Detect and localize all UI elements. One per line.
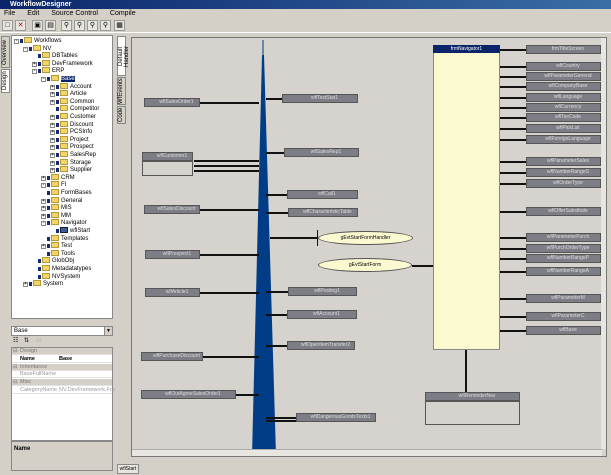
connector <box>270 237 318 239</box>
connector <box>200 292 259 294</box>
connector <box>317 230 318 246</box>
connector <box>500 172 526 174</box>
workflow-node[interactable]: frmTitleScreen <box>526 45 601 54</box>
connector <box>500 97 526 99</box>
connector <box>500 271 526 273</box>
connector <box>500 330 526 332</box>
workflow-node[interactable]: wflLanguage <box>526 93 601 102</box>
connector <box>266 291 288 293</box>
connector <box>236 394 259 396</box>
connector <box>500 117 526 119</box>
workflow-node[interactable]: wflTaxCode <box>526 113 601 122</box>
connector <box>412 265 433 267</box>
connector <box>194 160 259 162</box>
workflow-node[interactable]: wflPurchaseDiscount <box>141 352 203 361</box>
connector <box>266 212 288 214</box>
connector <box>266 194 287 196</box>
node-body <box>142 161 193 176</box>
navigator-node[interactable] <box>433 45 500 350</box>
workflow-node[interactable]: wflSalesRep1 <box>284 148 359 157</box>
workflow-node[interactable]: wflParameterC <box>526 312 601 321</box>
workflow-node[interactable]: wflCountry <box>526 62 601 71</box>
workflow-node[interactable]: wflCustomer1 <box>142 152 193 161</box>
connector <box>194 170 259 172</box>
workflow-node[interactable]: wflBase <box>526 326 601 335</box>
workflow-node[interactable]: wflCompanyBase <box>526 82 601 91</box>
connector <box>500 139 526 141</box>
workflow-node[interactable]: wflOfferSubstitute <box>526 207 601 216</box>
workflow-node[interactable]: wflCharacteristicTable <box>288 208 358 217</box>
connector <box>203 356 259 358</box>
connector <box>500 316 526 318</box>
workflow-node[interactable]: wflOutAgreeSalesOrder1 <box>141 390 236 399</box>
workflow-node[interactable]: wflPickList <box>526 124 601 133</box>
tab-wflstart[interactable]: wflStart <box>117 464 139 474</box>
workflow-node[interactable]: wflCurrency <box>526 103 601 112</box>
connector <box>500 211 526 213</box>
event-node[interactable]: gEvtStartForm <box>318 258 412 272</box>
workflow-node[interactable]: wflOrderType <box>526 179 601 188</box>
connector <box>500 66 526 68</box>
workflow-node[interactable]: wflReminderNav <box>425 392 520 401</box>
connector <box>200 209 259 211</box>
node-body <box>425 401 520 425</box>
workflow-node[interactable]: wflSalesOrder1 <box>144 98 200 107</box>
workflow-node[interactable]: wflProspect1 <box>145 250 200 259</box>
workflow-node[interactable]: wflSalesDiscount <box>144 205 200 214</box>
connector <box>500 258 526 260</box>
workflow-node[interactable]: wflDangerousGoodsTexts1 <box>296 413 376 422</box>
workflow-node[interactable]: wflArticle1 <box>145 288 200 297</box>
workflow-node[interactable]: wflParameterPurch <box>526 233 601 242</box>
connector <box>500 128 526 130</box>
workflow-node[interactable]: wflCall1 <box>287 190 358 199</box>
connector <box>465 350 467 392</box>
connector <box>500 107 526 109</box>
connector <box>500 248 526 250</box>
connector <box>500 298 526 300</box>
workflow-node[interactable]: wflPurchOrderType <box>526 244 601 253</box>
event-node[interactable]: gEvtStartFormHandler <box>318 231 413 245</box>
workflow-node[interactable]: wflNumberRangeA <box>526 267 601 276</box>
workflow-node[interactable]: wflTestStat1 <box>282 94 358 103</box>
connector <box>200 254 259 256</box>
workflow-node[interactable]: wflParameterGeneral <box>526 72 601 81</box>
workflow-node[interactable]: wflForeignLanguage <box>526 135 601 144</box>
connector <box>500 49 526 51</box>
connector <box>266 152 284 154</box>
workflow-node[interactable]: wflNumberRangeP <box>526 254 601 263</box>
vertical-scrollbar[interactable] <box>601 38 606 449</box>
workflow-node[interactable]: wflParameterM <box>526 294 601 303</box>
connector <box>266 420 296 422</box>
connector <box>266 98 282 100</box>
navigator-title: frmNavigator1 <box>433 45 500 53</box>
connector <box>266 345 287 347</box>
connector <box>500 161 526 163</box>
connector <box>500 183 526 185</box>
connector <box>266 314 287 316</box>
workflow-node[interactable]: wflOpenItemTransfer2 <box>287 341 355 350</box>
workflow-node[interactable]: wflParameterSales <box>526 157 601 166</box>
workflow-node[interactable]: wflNumberRangeS <box>526 168 601 177</box>
connector <box>500 237 526 239</box>
connector <box>194 165 259 167</box>
workflow-node[interactable]: wflPosting1 <box>288 287 357 296</box>
horizontal-scrollbar[interactable] <box>132 449 602 456</box>
connector <box>500 86 526 88</box>
workflow-node[interactable]: wflAccount1 <box>287 310 357 319</box>
connector <box>266 417 296 419</box>
connector <box>500 76 526 78</box>
connector <box>200 102 259 104</box>
